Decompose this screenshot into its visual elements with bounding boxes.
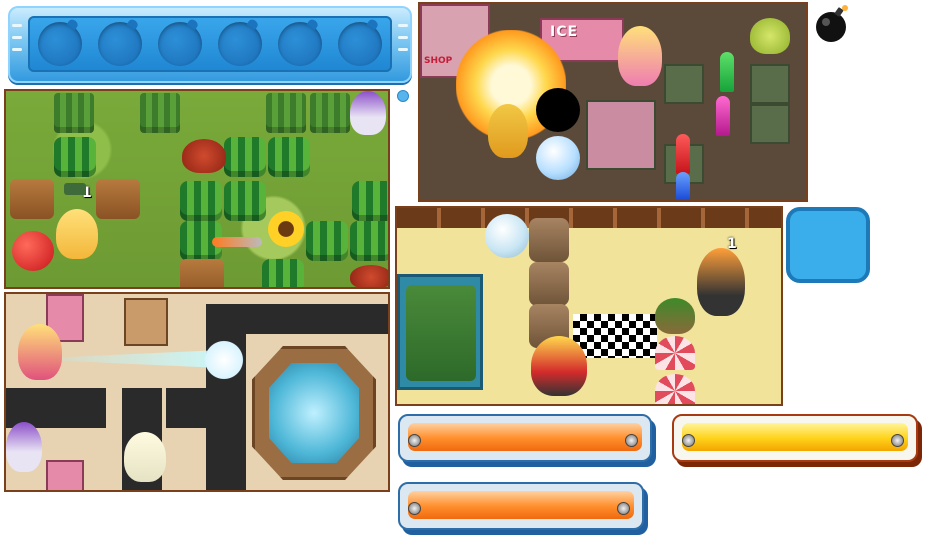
player-character	[18, 324, 62, 380]
pink-locker	[46, 460, 84, 490]
watermelon-crate-icon	[180, 181, 222, 221]
bomb-slot-3[interactable]	[158, 22, 202, 66]
sunflower-icon	[268, 211, 304, 247]
bomb-slot-6[interactable]	[338, 22, 382, 66]
yellow-bar-fill	[682, 423, 908, 451]
bomb-slot-5[interactable]	[278, 22, 322, 66]
floor-tile	[750, 104, 790, 144]
shop-label: SHOP	[424, 56, 453, 66]
castle-icon	[406, 285, 476, 381]
indicator-dot	[397, 90, 409, 102]
player-character	[56, 209, 98, 259]
umbrella-icon	[655, 336, 695, 370]
palm-tree-icon	[655, 298, 695, 334]
bolt-icon	[891, 434, 904, 447]
bolt-icon	[682, 434, 695, 447]
firework-rocket-icon	[716, 96, 730, 136]
city-scene: SHOP ICE	[418, 2, 808, 202]
enemy-character	[350, 91, 386, 135]
bar-tick	[12, 48, 22, 51]
grass-crate	[54, 93, 94, 133]
bolt-icon	[408, 502, 421, 515]
wood-block	[96, 179, 140, 219]
bazooka-icon	[64, 183, 86, 195]
bolt-icon	[625, 434, 638, 447]
bar-tick	[12, 36, 22, 39]
watermelon-crate-icon	[262, 259, 304, 287]
bush-icon	[750, 18, 790, 54]
bar-tick	[12, 24, 22, 27]
bomb-slot-2[interactable]	[98, 22, 142, 66]
grass-crate	[140, 93, 180, 133]
grass-crate	[310, 93, 350, 133]
bolt-icon	[408, 434, 421, 447]
checkered-flag-icon	[573, 314, 657, 358]
bomb-slot-1[interactable]	[38, 22, 82, 66]
player-kart	[531, 336, 587, 396]
bar-tick	[398, 48, 408, 51]
orange-progress-bar-2	[398, 482, 644, 530]
watermelon-crate-icon	[54, 137, 96, 177]
blue-panel-button[interactable]	[786, 207, 870, 283]
enemy-character	[124, 432, 166, 482]
watermelon-crate-icon	[306, 221, 348, 261]
wall-block	[166, 388, 246, 428]
mall-scene	[4, 292, 390, 492]
fountain-icon	[252, 346, 376, 480]
slot-tray	[28, 16, 392, 72]
firework-rocket-icon	[676, 134, 690, 174]
enemy-character	[6, 422, 42, 472]
pink-tile	[586, 100, 656, 170]
fountain-water	[269, 363, 359, 463]
orange-bar-fill	[408, 491, 634, 519]
yellow-progress-bar	[672, 414, 918, 462]
bookshelf	[124, 298, 168, 346]
bomb-slot-bar	[8, 6, 412, 83]
wood-block	[180, 259, 224, 287]
bomb-slot-4[interactable]	[218, 22, 262, 66]
bubble-icon	[536, 136, 580, 180]
fruit-basket-icon	[350, 265, 388, 287]
orange-bar-fill	[408, 423, 642, 451]
water-slide-block	[397, 274, 483, 390]
wood-block	[10, 179, 54, 219]
apple-icon	[12, 231, 54, 271]
bar-tick	[398, 24, 408, 27]
floor-tile	[664, 64, 704, 104]
bubble-icon	[485, 214, 529, 258]
floor-tile	[750, 64, 790, 104]
pineapple-icon	[488, 104, 528, 158]
player-character	[618, 26, 662, 86]
rock-pillar	[529, 218, 569, 262]
umbrella-icon	[655, 374, 695, 404]
bar-tick	[398, 36, 408, 39]
bomb-character-icon	[536, 88, 580, 132]
firework-rocket-icon	[720, 52, 734, 92]
fruit-basket-icon	[182, 139, 226, 173]
water-jet-icon	[62, 350, 222, 368]
orange-progress-bar-1	[398, 414, 652, 462]
watermelon-crate-icon	[224, 181, 266, 221]
watermelon-crate-icon	[352, 181, 388, 221]
opponent-kart	[697, 248, 745, 316]
water-splash	[202, 338, 246, 382]
watermelon-crate-icon	[224, 137, 266, 177]
rocket-icon	[212, 237, 262, 247]
watermelon-crate-icon	[350, 221, 388, 261]
fence	[397, 208, 781, 228]
firework-rocket-icon	[676, 172, 690, 200]
race-scene: 1	[395, 206, 783, 406]
farm-scene: 1	[4, 89, 390, 289]
grass-crate	[266, 93, 306, 133]
opponent-bomb-count: 1	[727, 236, 737, 252]
rock-pillar	[529, 262, 569, 306]
bolt-icon	[617, 502, 630, 515]
ice-shop-sign: ICE	[550, 24, 579, 40]
watermelon-crate-icon	[268, 137, 310, 177]
bomb-icon[interactable]	[812, 4, 852, 44]
